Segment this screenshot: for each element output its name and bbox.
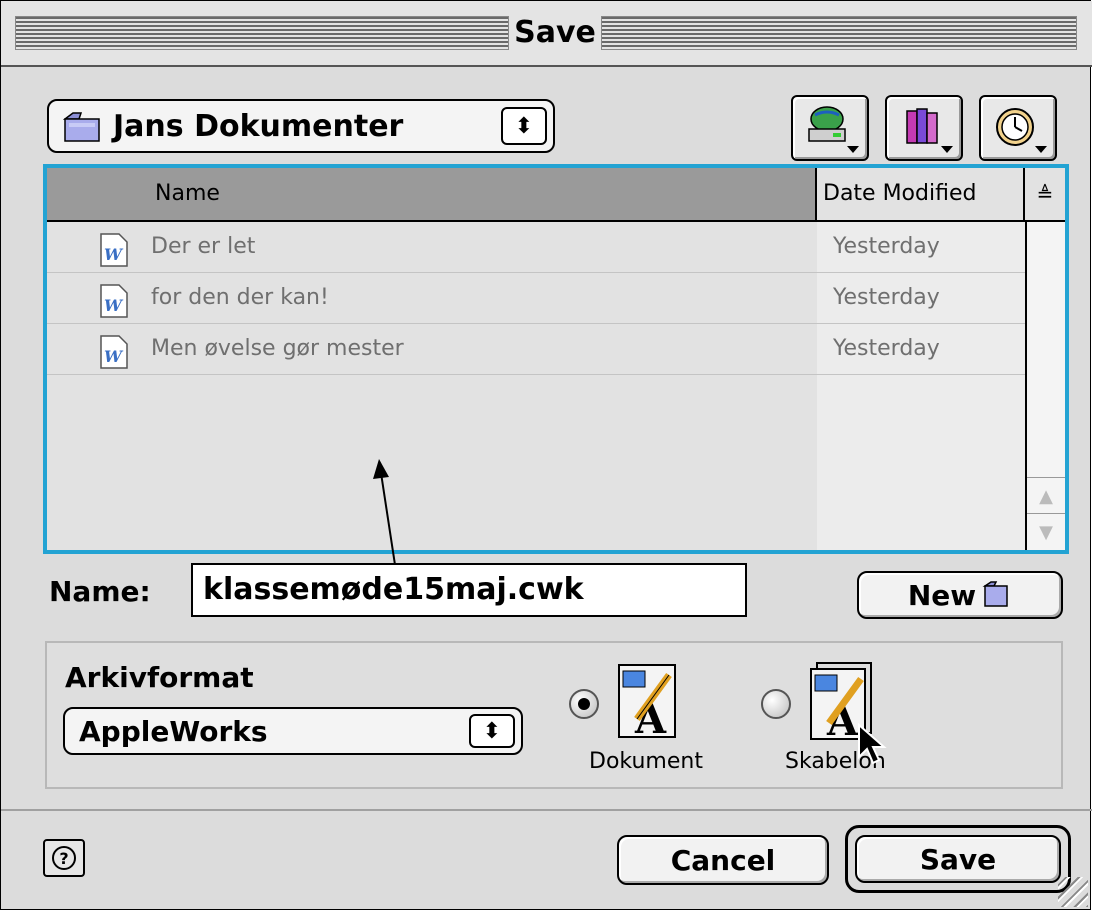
help-button[interactable]: ? — [43, 839, 85, 877]
title-stripes-left — [15, 16, 509, 50]
popup-arrows-icon: ⬍ — [501, 107, 547, 145]
word-document-icon: W — [100, 284, 128, 318]
mouse-pointer-icon — [858, 723, 887, 765]
bottom-divider — [1, 809, 1092, 811]
window-title: Save — [511, 11, 599, 55]
radio-skabelon[interactable] — [761, 689, 791, 719]
format-popup-value: AppleWorks — [79, 714, 268, 748]
title-stripes-right — [601, 16, 1077, 50]
help-icon: ? — [52, 846, 76, 870]
format-popup[interactable]: AppleWorks ⬍ — [63, 707, 523, 755]
word-document-icon: W — [100, 335, 128, 369]
svg-text:W: W — [104, 347, 124, 366]
location-label: Jans Dokumenter — [113, 108, 404, 144]
option-label-dokument: Dokument — [589, 749, 703, 774]
file-date: Yesterday — [833, 336, 940, 361]
file-name: Der er let — [151, 234, 256, 259]
list-item[interactable]: W for den der kan! Yesterday — [47, 273, 1025, 324]
radio-selected-dot — [578, 698, 590, 710]
name-label: Name: — [49, 575, 151, 608]
save-dialog: Save Jans Dokumenter ⬍ Name Date Modifie… — [0, 0, 1092, 910]
format-group-label: Arkivformat — [65, 661, 254, 694]
appleworks-document-icon: A — [618, 664, 676, 741]
title-bar[interactable]: Save — [1, 1, 1092, 67]
file-date: Yesterday — [833, 285, 940, 310]
favorites-button[interactable] — [885, 95, 963, 161]
folder-icon — [63, 112, 100, 142]
folder-icon — [982, 581, 1008, 607]
network-drive-icon — [808, 106, 846, 142]
list-scrollbar[interactable]: ▲ ▼ — [1025, 222, 1065, 550]
sort-direction-icon[interactable]: ≜ — [1025, 168, 1065, 220]
popup-arrows-icon: ⬍ — [469, 714, 515, 748]
filename-input[interactable]: klassemøde15maj.cwk — [191, 563, 747, 617]
svg-text:W: W — [104, 296, 124, 315]
radio-dokument[interactable] — [569, 689, 599, 719]
location-popup[interactable]: Jans Dokumenter ⬍ — [47, 99, 555, 153]
new-folder-button[interactable]: New — [857, 571, 1063, 619]
chevron-down-icon — [847, 146, 859, 153]
column-header-name[interactable]: Name — [47, 168, 817, 220]
file-name: for den der kan! — [151, 285, 329, 310]
cancel-button[interactable]: Cancel — [617, 835, 829, 885]
list-item[interactable]: W Der er let Yesterday — [47, 222, 1025, 273]
file-rows: W Der er let Yesterday W for den der kan… — [47, 222, 1025, 375]
recent-button[interactable] — [979, 95, 1057, 161]
svg-text:W: W — [104, 245, 124, 264]
favorites-books-icon — [906, 108, 938, 144]
scroll-up-arrow-icon[interactable]: ▲ — [1027, 477, 1065, 514]
chevron-down-icon — [1035, 146, 1047, 153]
file-list[interactable]: Name Date Modified ≜ W Der er let Yester… — [43, 164, 1069, 554]
shortcuts-button[interactable] — [791, 95, 869, 161]
new-folder-label: New — [907, 578, 977, 612]
column-header-date[interactable]: Date Modified — [817, 168, 1025, 220]
file-name: Men øvelse gør mester — [151, 336, 404, 361]
chevron-down-icon — [941, 146, 953, 153]
file-date: Yesterday — [833, 234, 940, 259]
save-button[interactable]: Save — [855, 835, 1061, 883]
list-header: Name Date Modified ≜ — [47, 168, 1065, 222]
scroll-down-arrow-icon[interactable]: ▼ — [1027, 513, 1065, 550]
word-document-icon: W — [100, 233, 128, 267]
resize-grip-icon[interactable] — [1058, 877, 1088, 907]
list-item[interactable]: W Men øvelse gør mester Yesterday — [47, 324, 1025, 375]
clock-icon — [996, 108, 1034, 146]
